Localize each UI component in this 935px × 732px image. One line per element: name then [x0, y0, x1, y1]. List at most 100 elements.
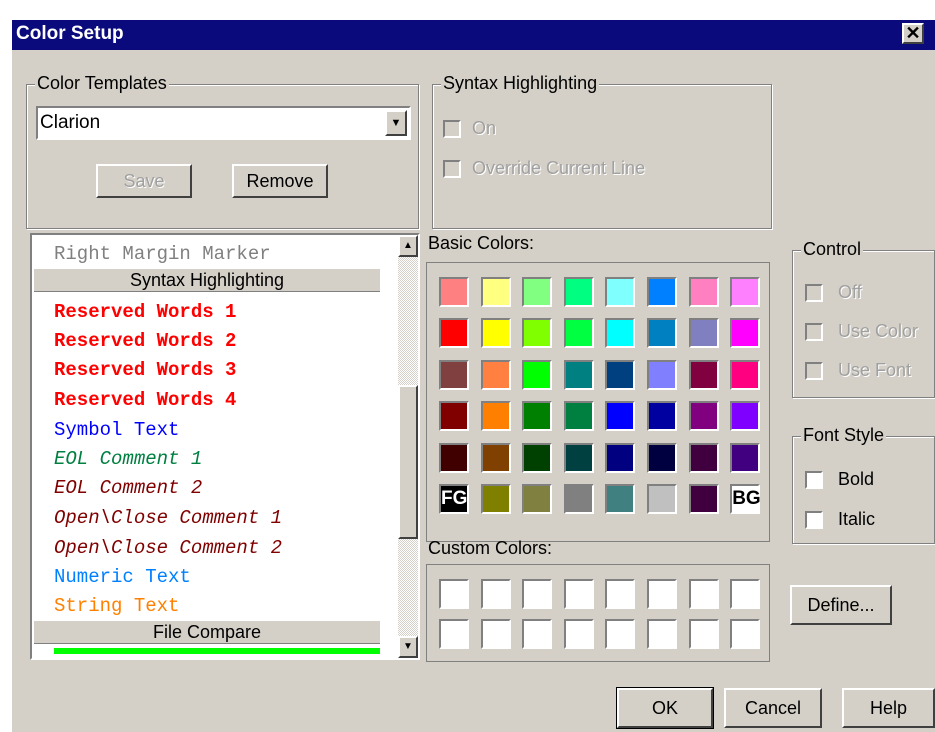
- basic-color-swatch[interactable]: [688, 359, 719, 390]
- basic-color-swatch[interactable]: [480, 359, 511, 390]
- basic-color-swatch[interactable]: [563, 318, 594, 349]
- basic-color-swatch[interactable]: [563, 401, 594, 432]
- list-item-eol-comment-1[interactable]: EOL Comment 1: [54, 448, 202, 470]
- basic-color-swatch[interactable]: [605, 277, 636, 307]
- list-item-reserved-words-4[interactable]: Reserved Words 4: [54, 389, 236, 411]
- basic-color-swatch[interactable]: [480, 318, 511, 349]
- basic-color-swatch[interactable]: [605, 318, 636, 349]
- custom-color-swatch[interactable]: [688, 619, 719, 649]
- basic-color-swatch[interactable]: [522, 277, 553, 307]
- list-item-string-text[interactable]: String Text: [54, 595, 179, 617]
- basic-color-swatch[interactable]: [563, 484, 594, 514]
- custom-color-swatch[interactable]: [688, 579, 719, 609]
- file-compare-color-bar[interactable]: [54, 648, 380, 654]
- basic-color-swatch[interactable]: [522, 484, 553, 514]
- custom-color-swatch[interactable]: [563, 579, 594, 609]
- list-item-reserved-words-3[interactable]: Reserved Words 3: [54, 359, 236, 381]
- basic-color-swatch[interactable]: [522, 318, 553, 349]
- custom-color-swatch[interactable]: [605, 619, 636, 649]
- basic-color-swatch[interactable]: [439, 442, 469, 473]
- scroll-down-arrow-icon[interactable]: ▼: [398, 636, 418, 658]
- custom-color-swatch[interactable]: [439, 619, 469, 649]
- basic-color-swatch[interactable]: [647, 401, 677, 432]
- scroll-thumb[interactable]: [398, 385, 418, 539]
- basic-color-swatch[interactable]: [688, 401, 719, 432]
- basic-color-swatch[interactable]: [730, 401, 761, 432]
- basic-color-swatch[interactable]: [563, 277, 594, 307]
- custom-color-swatch[interactable]: [480, 619, 511, 649]
- italic-checkbox[interactable]: [805, 511, 823, 529]
- list-item-numeric-text[interactable]: Numeric Text: [54, 566, 191, 588]
- basic-color-swatch[interactable]: [522, 401, 553, 432]
- basic-color-swatch[interactable]: [647, 484, 677, 514]
- basic-color-swatch[interactable]: BG: [730, 484, 761, 514]
- basic-color-swatch[interactable]: [647, 277, 677, 307]
- custom-color-swatch[interactable]: [730, 619, 761, 649]
- custom-color-swatch[interactable]: [647, 579, 677, 609]
- bold-checkbox[interactable]: [805, 471, 823, 489]
- custom-color-swatch[interactable]: [480, 579, 511, 609]
- basic-color-swatch[interactable]: [439, 318, 469, 349]
- basic-color-swatch[interactable]: [647, 359, 677, 390]
- list-item-reserved-words-1[interactable]: Reserved Words 1: [54, 301, 236, 323]
- basic-color-swatch[interactable]: [605, 442, 636, 473]
- custom-color-swatch[interactable]: [439, 579, 469, 609]
- off-checkbox[interactable]: [805, 284, 823, 302]
- basic-color-swatch[interactable]: [605, 401, 636, 432]
- basic-color-swatch[interactable]: FG: [439, 484, 469, 514]
- custom-color-swatch[interactable]: [730, 579, 761, 609]
- basic-color-swatch[interactable]: [730, 359, 761, 390]
- basic-color-swatch[interactable]: [688, 442, 719, 473]
- title-bar[interactable]: Color Setup ✕: [12, 20, 935, 50]
- custom-colors-label: Custom Colors:: [428, 538, 553, 558]
- basic-color-swatch[interactable]: [688, 484, 719, 514]
- ok-button[interactable]: OK: [616, 687, 714, 729]
- custom-color-swatch[interactable]: [522, 619, 553, 649]
- dropdown-arrow-icon[interactable]: ▼: [385, 110, 407, 136]
- save-button[interactable]: Save: [96, 164, 192, 198]
- use-font-checkbox[interactable]: [805, 362, 823, 380]
- template-select[interactable]: Clarion ▼: [36, 106, 411, 140]
- color-item-list[interactable]: Right Margin Marker Syntax Highlighting …: [30, 233, 420, 660]
- help-button[interactable]: Help: [842, 688, 935, 728]
- basic-color-swatch[interactable]: [522, 442, 553, 473]
- close-button[interactable]: ✕: [902, 23, 924, 44]
- cancel-button[interactable]: Cancel: [724, 688, 822, 728]
- custom-color-swatch[interactable]: [647, 619, 677, 649]
- list-item-right-margin-marker[interactable]: Right Margin Marker: [54, 243, 271, 265]
- basic-color-swatch[interactable]: [563, 442, 594, 473]
- syntax-on-checkbox[interactable]: [443, 120, 461, 138]
- basic-color-swatch[interactable]: [730, 442, 761, 473]
- override-current-line-checkbox[interactable]: [443, 160, 461, 178]
- basic-color-swatch[interactable]: [688, 318, 719, 349]
- basic-color-swatch[interactable]: [480, 277, 511, 307]
- basic-color-swatch[interactable]: [480, 484, 511, 514]
- basic-color-swatch[interactable]: [439, 277, 469, 307]
- basic-color-swatch[interactable]: [563, 359, 594, 390]
- basic-color-swatch[interactable]: [647, 442, 677, 473]
- basic-color-swatch[interactable]: [439, 401, 469, 432]
- basic-color-swatch[interactable]: [522, 359, 553, 390]
- list-item-open-close-comment-1[interactable]: Open\Close Comment 1: [54, 507, 282, 529]
- list-item-symbol-text[interactable]: Symbol Text: [54, 419, 179, 441]
- use-color-checkbox[interactable]: [805, 323, 823, 341]
- custom-color-swatch[interactable]: [522, 579, 553, 609]
- custom-color-swatch[interactable]: [563, 619, 594, 649]
- custom-color-swatch[interactable]: [605, 579, 636, 609]
- list-scrollbar[interactable]: ▲ ▼: [398, 235, 418, 658]
- list-item-reserved-words-2[interactable]: Reserved Words 2: [54, 330, 236, 352]
- basic-color-swatch[interactable]: [480, 401, 511, 432]
- basic-color-swatch[interactable]: [480, 442, 511, 473]
- basic-color-swatch[interactable]: [605, 359, 636, 390]
- list-item-open-close-comment-2[interactable]: Open\Close Comment 2: [54, 537, 282, 559]
- basic-color-swatch[interactable]: [647, 318, 677, 349]
- basic-color-swatch[interactable]: [730, 277, 761, 307]
- list-item-eol-comment-2[interactable]: EOL Comment 2: [54, 477, 202, 499]
- basic-color-swatch[interactable]: [688, 277, 719, 307]
- basic-color-swatch[interactable]: [439, 359, 469, 390]
- basic-color-swatch[interactable]: [605, 484, 636, 514]
- remove-button[interactable]: Remove: [232, 164, 328, 198]
- define-button[interactable]: Define...: [790, 585, 892, 625]
- basic-color-swatch[interactable]: [730, 318, 761, 349]
- scroll-up-arrow-icon[interactable]: ▲: [398, 235, 418, 257]
